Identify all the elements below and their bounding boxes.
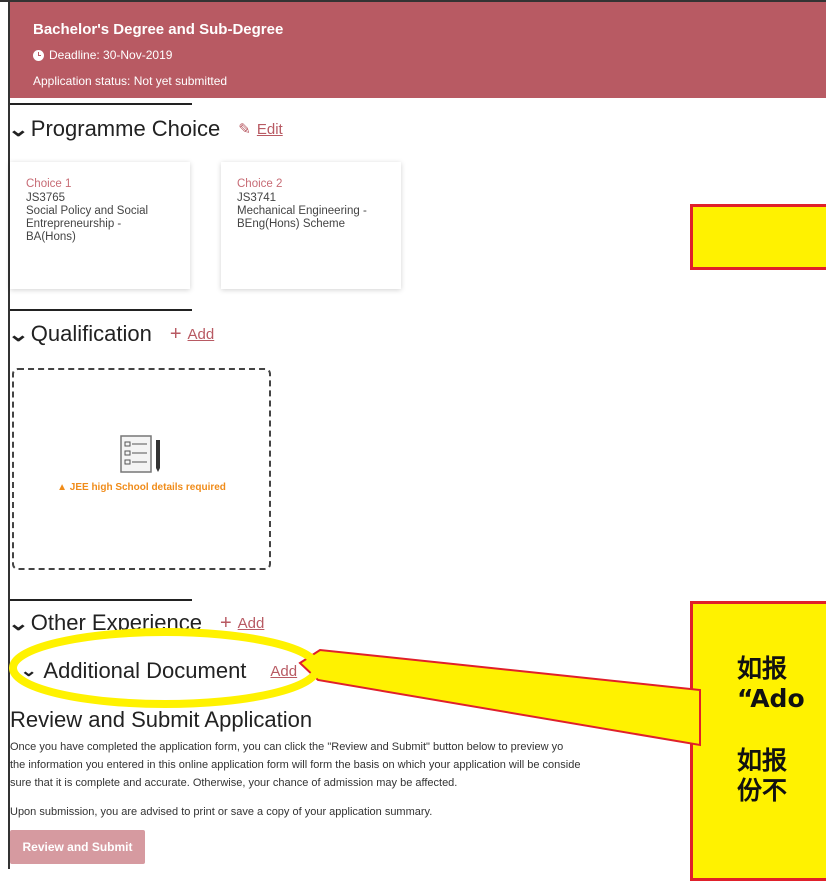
- programme-choice-section-header[interactable]: ⌄ Programme Choice ✎ Edit: [7, 116, 283, 142]
- warning-icon: ▲: [57, 482, 67, 493]
- header-title: Bachelor's Degree and Sub-Degree: [33, 21, 284, 38]
- programme-code: JS3765: [26, 192, 66, 204]
- deadline-text: Deadline: 30-Nov-2019: [49, 48, 173, 62]
- checklist-icon: [120, 435, 160, 473]
- add-qualification-button[interactable]: + Add: [170, 324, 214, 344]
- application-status: Application status: Not yet submitted: [33, 74, 228, 88]
- callout-line: 份不: [737, 776, 788, 805]
- add-link[interactable]: Add: [238, 615, 265, 632]
- qualification-warning: ▲ JEE high School details required: [14, 482, 269, 493]
- chevron-down-icon[interactable]: ⌄: [7, 117, 29, 142]
- deadline: Deadline: 30-Nov-2019: [33, 48, 172, 62]
- review-instructions-line: sure that it is complete and accurate. O…: [10, 777, 458, 789]
- plus-icon: +: [219, 612, 232, 634]
- edit-programme-button[interactable]: ✎ Edit: [238, 120, 283, 139]
- qualification-section-header[interactable]: ⌄ Qualification + Add: [7, 321, 214, 347]
- section-title: Other Experience: [30, 610, 202, 635]
- clock-icon: [33, 49, 44, 61]
- callout-line: 如报: [737, 654, 788, 683]
- choice-card-1[interactable]: Choice 1 JS3765 Social Policy and Social…: [10, 162, 190, 289]
- section-title: Qualification: [30, 321, 152, 346]
- qualification-card[interactable]: ▲ JEE high School details required: [12, 368, 271, 570]
- add-other-experience-button[interactable]: + Add: [220, 613, 264, 633]
- programme-name: Social Policy and Social Entrepreneurshi…: [26, 205, 149, 243]
- add-additional-document-button[interactable]: Add: [270, 663, 297, 680]
- add-link[interactable]: Add: [270, 663, 297, 680]
- chevron-down-icon[interactable]: ⌄: [7, 611, 29, 636]
- edit-link[interactable]: Edit: [257, 121, 283, 138]
- choice-label: Choice 2: [237, 178, 283, 190]
- callout-line: “Ado: [737, 684, 805, 713]
- submission-note: Upon submission, you are advised to prin…: [10, 806, 433, 818]
- chevron-down-icon[interactable]: ⌄: [7, 322, 29, 347]
- section-title: Additional Document: [43, 658, 247, 683]
- choice-card-2[interactable]: Choice 2 JS3741 Mechanical Engineering -…: [221, 162, 401, 289]
- section-divider: [10, 599, 192, 601]
- annotation-callout-top: [690, 204, 826, 270]
- annotation-callout: 如报 “Ado 如报 份不: [690, 601, 826, 881]
- section-divider: [10, 103, 192, 105]
- chevron-down-icon[interactable]: ⌄: [20, 661, 37, 681]
- pencil-icon: ✎: [238, 121, 251, 138]
- warning-text: JEE high School details required: [69, 482, 226, 493]
- review-instructions-line: Once you have completed the application …: [10, 741, 564, 753]
- programme-name: Mechanical Engineering - BEng(Hons) Sche…: [237, 205, 367, 230]
- add-link[interactable]: Add: [188, 326, 215, 343]
- section-divider: [10, 309, 192, 311]
- review-section-title: Review and Submit Application: [10, 707, 313, 732]
- review-and-submit-button[interactable]: Review and Submit: [10, 830, 145, 864]
- choice-label: Choice 1: [26, 178, 72, 190]
- review-instructions-line: the information you entered in this onli…: [10, 759, 581, 771]
- application-header: Bachelor's Degree and Sub-Degree Deadlin…: [10, 2, 826, 98]
- other-experience-section-header[interactable]: ⌄ Other Experience + Add: [7, 610, 264, 636]
- plus-icon: +: [169, 323, 182, 345]
- callout-line: 如报: [737, 746, 788, 775]
- programme-code: JS3741: [237, 192, 277, 204]
- additional-document-section-header[interactable]: ⌄ Additional Document Add: [20, 658, 297, 684]
- callout-pointer: [298, 648, 701, 747]
- section-title: Programme Choice: [30, 116, 221, 141]
